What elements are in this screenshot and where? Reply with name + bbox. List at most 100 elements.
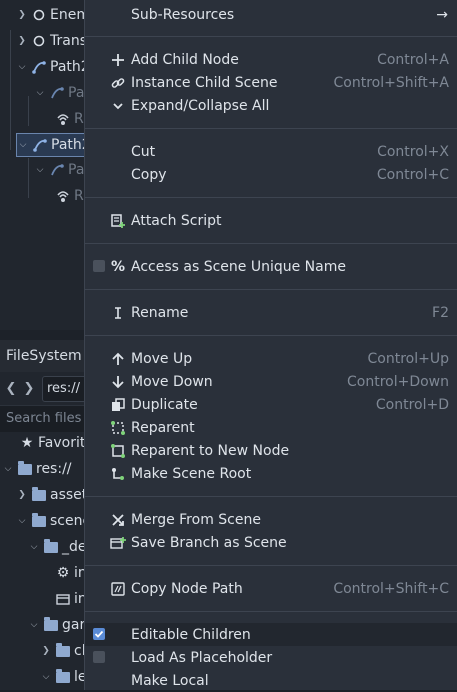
menu-item-shortcut: Control+Shift+C	[333, 580, 449, 597]
filesystem-header: FileSystem	[0, 340, 84, 372]
menu-item-duplicate[interactable]: Duplicate Control+D	[85, 393, 457, 416]
chevron-down-icon[interactable]: ⌵	[40, 672, 52, 682]
menu-item-label: Load As Placeholder	[131, 649, 273, 666]
menu-item-label: Copy Node Path	[131, 580, 243, 597]
fs-folder-de[interactable]: ⌵ _de	[28, 536, 87, 558]
folder-icon	[31, 512, 47, 529]
menu-item-reparent-to-new-node[interactable]: Reparent to New Node	[85, 439, 457, 462]
menu-item-add-child-node[interactable]: Add Child Node Control+A	[85, 48, 457, 71]
menu-item-expand-collapse-all[interactable]: Expand/Collapse All	[85, 94, 457, 117]
circle-node-icon	[31, 33, 47, 49]
expand-arrow-icon[interactable]: ❯	[40, 646, 52, 656]
fs-label: gar	[62, 617, 86, 633]
menu-item-editable-children[interactable]: Editable Children	[85, 623, 457, 646]
fs-folder-assets[interactable]: ❯ asset	[16, 484, 87, 506]
copy-path-icon	[110, 581, 126, 597]
tree-guide	[10, 30, 11, 150]
expand-arrow-icon[interactable]: ❯	[16, 10, 28, 20]
menu-separator	[85, 128, 457, 129]
menu-item-label: Expand/Collapse All	[131, 97, 270, 114]
duplicate-icon	[110, 397, 126, 413]
tree-node-transform[interactable]: ❯ Trans	[16, 30, 87, 52]
folder-icon	[55, 642, 71, 659]
expand-arrow-icon[interactable]: ❯	[16, 36, 28, 46]
save-branch-icon	[110, 535, 126, 551]
fs-label: Favorit	[38, 435, 86, 451]
chevron-down-icon[interactable]: ⌵	[34, 165, 46, 175]
arrow-up-icon	[110, 351, 126, 367]
fs-file[interactable]: in	[52, 588, 87, 610]
fs-folder-scenes[interactable]: ⌵ scene	[16, 510, 91, 532]
menu-item-shortcut: Control+C	[376, 166, 449, 183]
menu-item-rename[interactable]: Rename F2	[85, 301, 457, 324]
menu-item-move-down[interactable]: Move Down Control+Down	[85, 370, 457, 393]
menu-separator	[85, 335, 457, 336]
menu-item-shortcut: Control+X	[377, 143, 449, 160]
arrow-right-icon: →	[436, 6, 448, 23]
menu-item-attach-script[interactable]: Attach Script	[85, 209, 457, 232]
search-files-input[interactable]: Search files	[0, 405, 90, 432]
tree-node-label: R	[74, 188, 84, 204]
scene-tree-panel: ❯ Enem ❯ Trans ⌵ Path2 ⌵ Pat R ⌵ Path2 ⌵…	[0, 0, 98, 330]
percent-icon: %	[110, 258, 126, 275]
menu-item-move-up[interactable]: Move Up Control+Up	[85, 347, 457, 370]
folder-icon	[55, 668, 71, 685]
tree-node-label: R	[74, 111, 84, 127]
menu-item-merge-from-scene[interactable]: Merge From Scene	[85, 508, 457, 531]
tree-node-path2d[interactable]: ⌵ Path2	[16, 56, 90, 78]
context-menu: Sub-Resources → Add Child Node Control+A…	[84, 0, 457, 690]
menu-item-cut[interactable]: Cut Control+X	[85, 140, 457, 163]
checkbox[interactable]	[93, 651, 105, 663]
menu-item-label: Make Local	[131, 672, 209, 689]
chevron-down-icon[interactable]: ⌵	[17, 140, 29, 150]
menu-item-instance-child-scene[interactable]: Instance Child Scene Control+Shift+A	[85, 71, 457, 94]
menu-separator	[85, 243, 457, 244]
chevron-down-icon[interactable]: ⌵	[16, 516, 28, 526]
fs-favorites[interactable]: ★ Favorit	[16, 432, 86, 454]
tree-node-pathfollow[interactable]: ⌵ Pat	[34, 159, 90, 181]
chevron-down-icon[interactable]: ⌵	[16, 62, 28, 72]
text-cursor-icon	[110, 305, 126, 321]
chevron-down-icon[interactable]: ⌵	[28, 542, 40, 552]
fs-folder-game[interactable]: ⌵ gar	[28, 614, 85, 636]
fs-res-root[interactable]: ⌵ res://	[2, 458, 72, 480]
menu-separator	[85, 197, 457, 198]
menu-item-label: Save Branch as Scene	[131, 534, 287, 551]
menu-item-save-branch-as-scene[interactable]: Save Branch as Scene	[85, 531, 457, 554]
menu-item-label: Sub-Resources	[131, 6, 235, 23]
tree-node-remote[interactable]: R	[52, 108, 84, 130]
expand-arrow-icon[interactable]: ❯	[16, 490, 28, 500]
menu-item-make-local[interactable]: Make Local	[85, 669, 457, 692]
menu-item-label: Merge From Scene	[131, 511, 261, 528]
menu-item-label: Add Child Node	[131, 51, 239, 68]
reparent-new-icon	[110, 443, 126, 459]
menu-item-sub-resources[interactable]: Sub-Resources →	[85, 3, 457, 26]
chevron-down-icon[interactable]: ⌵	[28, 620, 40, 630]
checkbox[interactable]	[93, 260, 105, 272]
back-arrow-icon[interactable]: ❮	[2, 381, 20, 396]
chevron-down-icon[interactable]: ⌵	[2, 464, 14, 474]
menu-item-copy[interactable]: Copy Control+C	[85, 163, 457, 186]
menu-item-reparent[interactable]: Reparent	[85, 416, 457, 439]
menu-item-load-as-placeholder[interactable]: Load As Placeholder	[85, 646, 457, 669]
fs-label: res://	[36, 461, 72, 477]
menu-item-copy-node-path[interactable]: Copy Node Path Control+Shift+C	[85, 577, 457, 600]
checkbox-checked[interactable]	[93, 628, 105, 640]
fs-label: asset	[50, 487, 88, 503]
forward-arrow-icon[interactable]: ❯	[20, 381, 38, 396]
fs-folder-le[interactable]: ⌵ le	[40, 666, 87, 688]
fs-folder-cl[interactable]: ❯ cl	[40, 640, 86, 662]
menu-item-make-scene-root[interactable]: Make Scene Root	[85, 462, 457, 485]
tree-node-enemy[interactable]: ❯ Enem	[16, 4, 90, 26]
gear-icon: ⚙	[56, 565, 70, 581]
fs-file[interactable]: ⚙ in	[52, 562, 87, 584]
tree-guide	[28, 158, 29, 198]
tree-node-remote[interactable]: R	[52, 185, 84, 207]
scene-file-icon	[55, 591, 71, 607]
menu-item-label: Rename	[131, 304, 189, 321]
menu-item-label: Cut	[131, 143, 156, 160]
menu-item-access-unique-name[interactable]: % Access as Scene Unique Name	[85, 255, 457, 278]
menu-item-label: Make Scene Root	[131, 465, 252, 482]
tree-node-pathfollow[interactable]: ⌵ Pat	[34, 82, 90, 104]
chevron-down-icon[interactable]: ⌵	[34, 88, 46, 98]
